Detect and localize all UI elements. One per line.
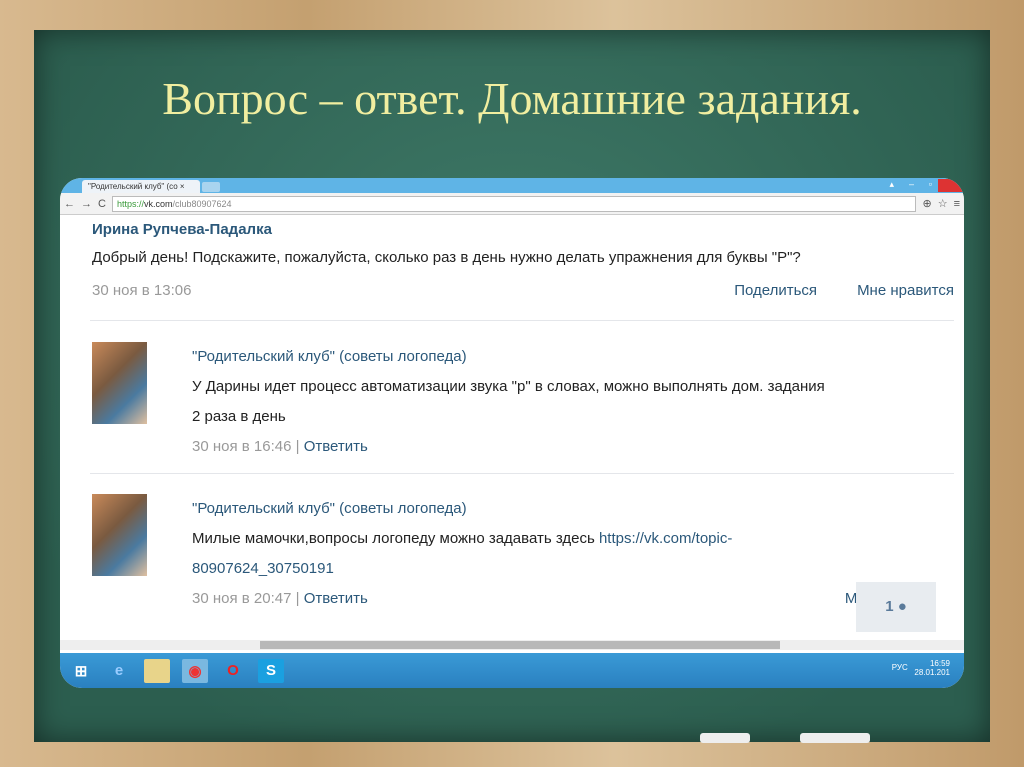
close-icon[interactable]: × bbox=[180, 182, 185, 191]
reply-text: Милые мамочки,вопросы логопеду можно зад… bbox=[192, 530, 599, 547]
browser-screenshot: "Родительский клуб" (со × ▴ – ▫ ← → C ht… bbox=[60, 178, 964, 688]
reply-date: 30 ноя в 20:47 bbox=[192, 590, 292, 607]
menu-icon[interactable]: ≡ bbox=[954, 198, 960, 210]
chalk bbox=[700, 733, 750, 743]
ie-icon[interactable]: e bbox=[106, 659, 132, 683]
tab-bar: "Родительский клуб" (со × ▴ – ▫ bbox=[60, 178, 964, 193]
scroll-thumb[interactable] bbox=[260, 641, 780, 649]
page-content: Ирина Рупчева-Падалка Добрый день! Подск… bbox=[60, 215, 964, 640]
chalk bbox=[800, 733, 870, 743]
question-date: 30 ноя в 13:06 bbox=[92, 282, 192, 299]
star-icon[interactable]: ☆ bbox=[938, 197, 948, 210]
divider bbox=[90, 473, 954, 474]
question-text: Добрый день! Подскажите, пожалуйста, ско… bbox=[92, 249, 801, 266]
close-window-button[interactable] bbox=[938, 179, 964, 192]
user-icon: ● bbox=[897, 598, 907, 615]
avatar[interactable] bbox=[92, 342, 147, 424]
reply-author[interactable]: "Родительский клуб" (советы логопеда) bbox=[192, 342, 964, 372]
maximize-button[interactable]: ▫ bbox=[929, 179, 932, 189]
slide-title: Вопрос – ответ. Домашние задания. bbox=[162, 73, 862, 124]
reply-author[interactable]: "Родительский клуб" (советы логопеда) bbox=[192, 494, 964, 524]
like-count-popup[interactable]: 1 ● bbox=[856, 582, 936, 632]
divider bbox=[90, 320, 954, 321]
topic-link[interactable]: https://vk.com/topic- bbox=[599, 530, 732, 547]
zoom-icon[interactable]: ⊕ bbox=[922, 197, 931, 210]
reply-text: У Дарины идет процесс автоматизации звук… bbox=[192, 378, 825, 395]
back-icon[interactable]: ← bbox=[64, 198, 75, 210]
avatar[interactable] bbox=[92, 494, 147, 576]
opera-icon[interactable]: O bbox=[220, 659, 246, 683]
skype-icon[interactable]: S bbox=[258, 658, 284, 683]
clock-time[interactable]: 16:59 bbox=[930, 659, 950, 668]
forward-icon[interactable]: → bbox=[81, 198, 92, 210]
user-icon[interactable]: ▴ bbox=[889, 179, 894, 190]
system-tray: РУС 16:59 28.01.201 bbox=[892, 659, 950, 677]
windows-start-icon[interactable]: ⊞ bbox=[68, 659, 94, 683]
explorer-icon[interactable] bbox=[144, 658, 170, 683]
browser-tab[interactable]: "Родительский клуб" (со × bbox=[82, 180, 200, 193]
language-indicator[interactable]: РУС bbox=[892, 663, 908, 672]
reload-icon[interactable]: C bbox=[98, 198, 106, 210]
reply-button[interactable]: Ответить bbox=[304, 590, 368, 607]
new-tab-button[interactable] bbox=[202, 182, 220, 192]
chrome-icon[interactable]: ◉ bbox=[182, 658, 208, 683]
clock-date[interactable]: 28.01.201 bbox=[914, 668, 950, 677]
taskbar: ⊞ e ◉ O S РУС 16:59 28.01.201 bbox=[60, 653, 964, 688]
question-author[interactable]: Ирина Рупчева-Падалка bbox=[92, 221, 272, 238]
minimize-button[interactable]: – bbox=[909, 179, 914, 189]
topic-link[interactable]: 80907624_30750191 bbox=[192, 554, 964, 584]
toolbar: ← → C https://vk.com/club80907624 ⊕ ☆ ≡ bbox=[60, 193, 964, 215]
reply-button[interactable]: Ответить bbox=[304, 438, 368, 455]
reply-date: 30 ноя в 16:46 bbox=[192, 438, 292, 455]
horizontal-scrollbar[interactable] bbox=[60, 640, 964, 650]
reply-text: 2 раза в день bbox=[192, 408, 286, 425]
like-button[interactable]: Мне нравится bbox=[857, 282, 954, 299]
address-bar[interactable]: https://vk.com/club80907624 bbox=[111, 195, 917, 212]
share-button[interactable]: Поделиться bbox=[734, 282, 817, 299]
